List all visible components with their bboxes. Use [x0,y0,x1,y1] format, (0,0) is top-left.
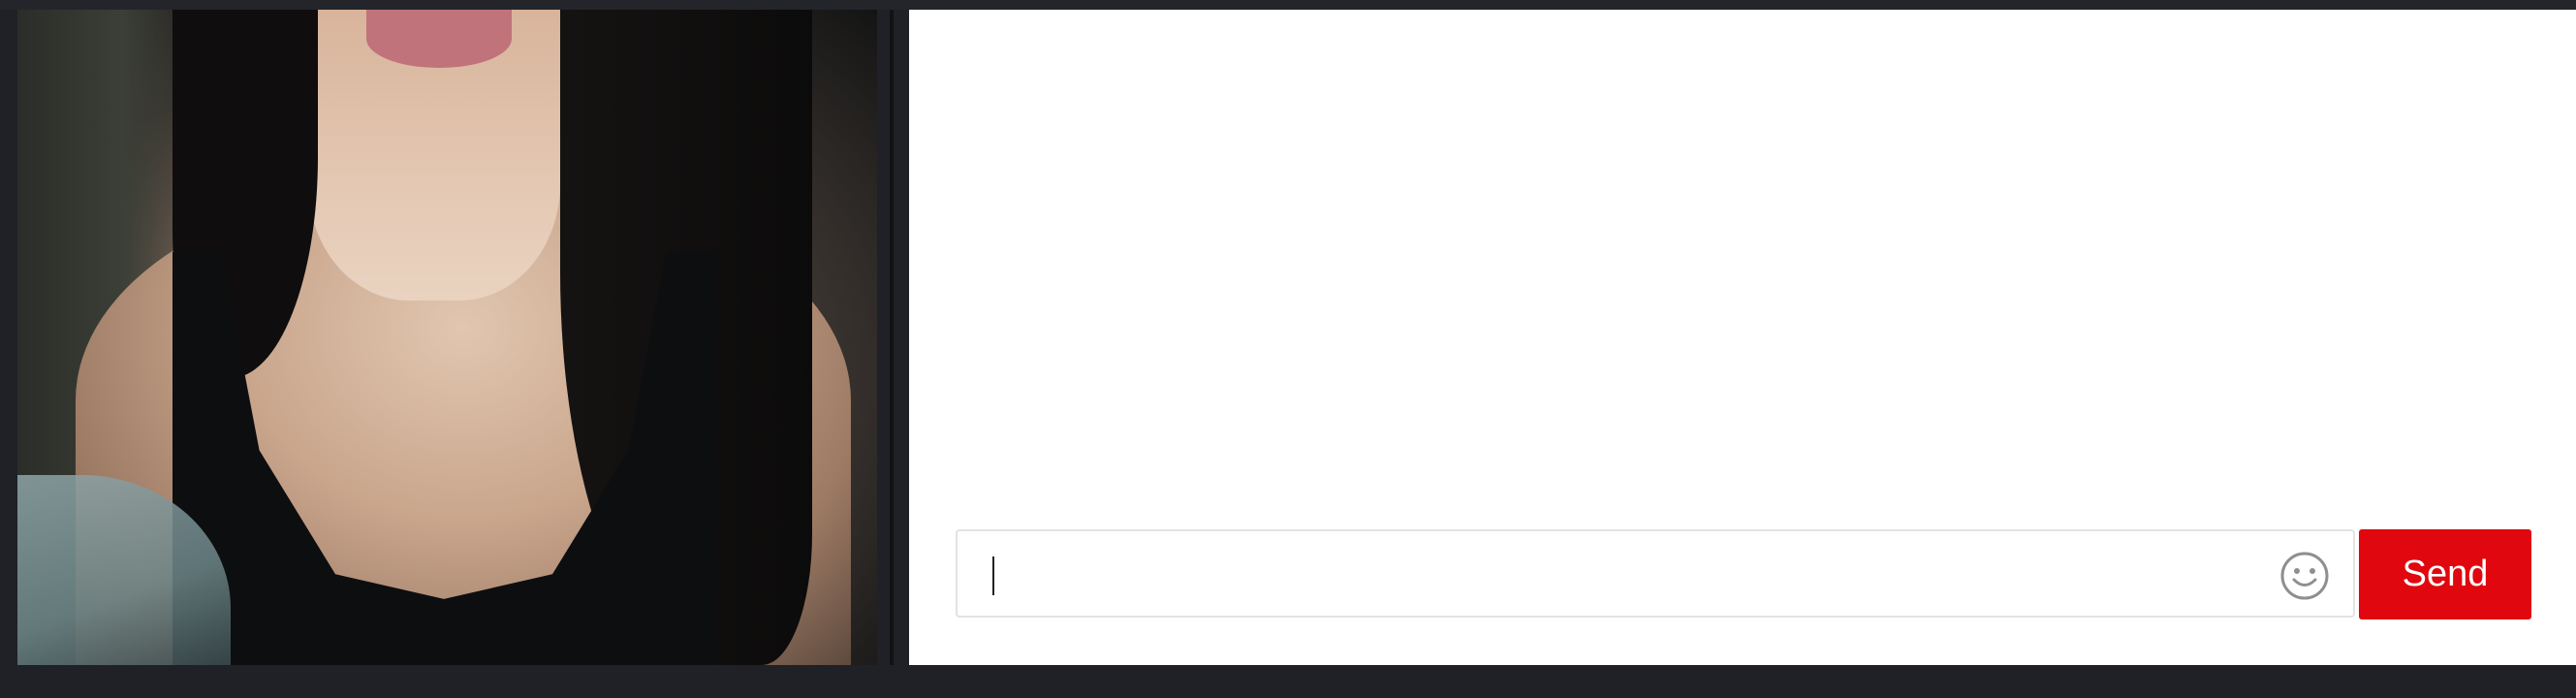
text-caret [992,556,994,595]
chat-input-container[interactable] [956,529,2355,618]
video-subject-lips [366,10,512,68]
send-button[interactable]: Send [2359,529,2531,619]
top-bar [0,0,2576,10]
chat-panel: Send [909,10,2576,665]
chat-input-row: Send [956,529,2576,621]
video-chat-app: Send [0,0,2576,698]
smiley-face-icon[interactable] [2279,551,2330,601]
remote-video-feed [17,10,877,665]
chat-message-list [909,10,2576,524]
chat-message-input[interactable] [985,549,2248,601]
panel-divider [890,10,894,665]
bottom-bar [0,665,2576,698]
